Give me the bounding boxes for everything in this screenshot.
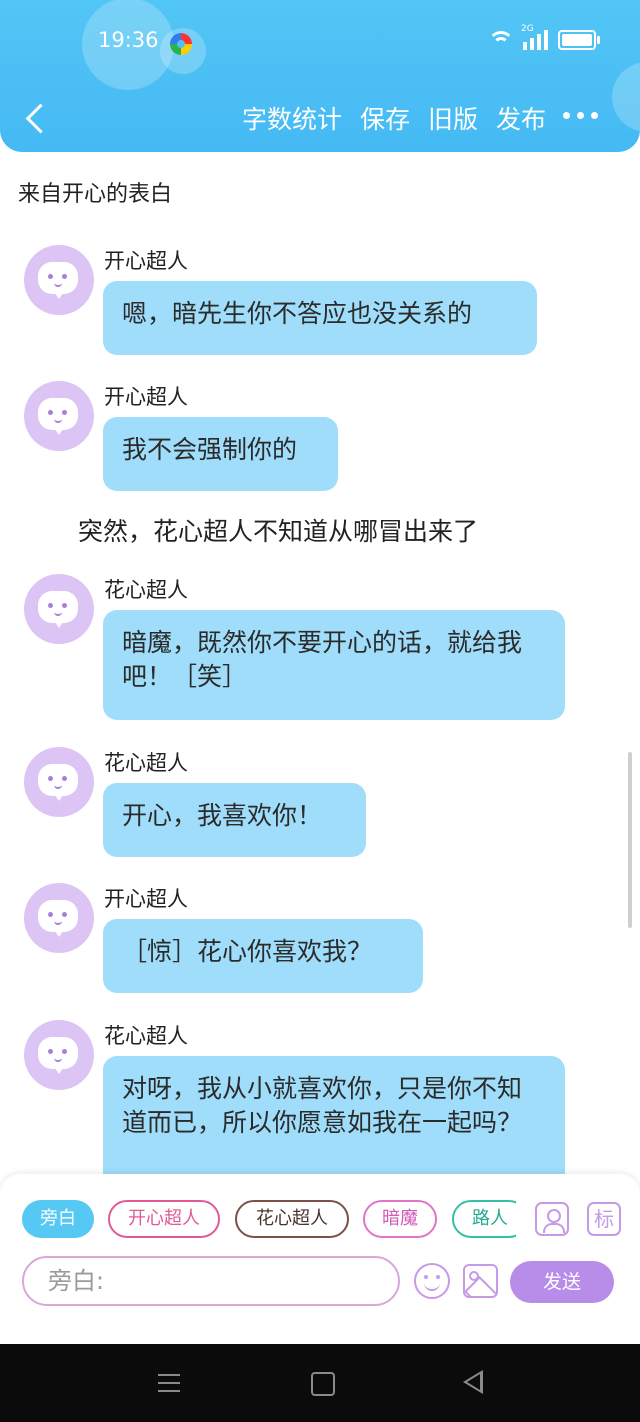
home-icon[interactable] <box>311 1372 335 1396</box>
wifi-icon <box>488 31 514 49</box>
old-version-button[interactable]: 旧版 <box>428 100 478 136</box>
word-count-button[interactable]: 字数统计 <box>242 100 342 136</box>
role-chip-narrator[interactable]: 旁白 <box>22 1200 94 1238</box>
role-selector: 旁白 开心超人 花心超人 暗魔 路人 <box>22 1200 516 1242</box>
battery-icon <box>558 30 600 50</box>
system-nav-bar <box>0 1344 640 1422</box>
avatar[interactable] <box>24 245 94 315</box>
emoji-icon[interactable] <box>414 1263 450 1299</box>
sender-name: 花心超人 <box>104 751 188 775</box>
sender-name: 开心超人 <box>104 887 188 911</box>
message-bubble[interactable]: ［惊］花心你喜欢我？ <box>103 919 423 993</box>
narration-text[interactable]: 突然，花心超人不知道从哪冒出来了 <box>78 512 478 548</box>
role-chip-passerby[interactable]: 路人 <box>452 1200 516 1238</box>
sender-name: 花心超人 <box>104 578 188 602</box>
send-button[interactable]: 发送 <box>510 1261 614 1303</box>
role-chip-kaixin[interactable]: 开心超人 <box>108 1200 220 1238</box>
browser-logo-icon <box>170 33 192 55</box>
back-triangle-icon[interactable] <box>463 1370 483 1394</box>
composer-panel: 旁白 开心超人 花心超人 暗魔 路人 标 旁白: 发送 <box>0 1174 640 1344</box>
publish-button[interactable]: 发布 <box>496 100 546 136</box>
save-button[interactable]: 保存 <box>360 100 410 136</box>
app-header: 19:36 2G 字数统计 保存 旧版 发布 <box>0 0 640 152</box>
status-icons: 2G <box>488 24 600 50</box>
header-decoration <box>612 62 640 132</box>
signal-icon: 2G <box>521 24 548 50</box>
network-label: 2G <box>521 24 534 34</box>
sender-name: 开心超人 <box>104 385 188 409</box>
menu-icon[interactable] <box>158 1374 180 1392</box>
message-bubble[interactable]: 暗魔，既然你不要开心的话，就给我吧！［笑］ <box>103 610 565 720</box>
message-bubble[interactable]: 我不会强制你的 <box>103 417 338 491</box>
status-time: 19:36 <box>98 28 159 52</box>
header-actions: 字数统计 保存 旧版 发布 <box>242 100 546 136</box>
scrollbar[interactable] <box>628 752 632 928</box>
tag-icon[interactable]: 标 <box>587 1202 621 1236</box>
sender-name: 开心超人 <box>104 249 188 273</box>
avatar[interactable] <box>24 747 94 817</box>
more-dots-icon[interactable] <box>563 112 598 119</box>
avatar[interactable] <box>24 1020 94 1090</box>
sender-name: 花心超人 <box>104 1024 188 1048</box>
role-chip-anmo[interactable]: 暗魔 <box>363 1200 437 1238</box>
image-icon[interactable] <box>463 1264 498 1298</box>
avatar[interactable] <box>24 574 94 644</box>
chevron-left-icon[interactable] <box>22 100 52 136</box>
add-role-icon[interactable] <box>535 1202 569 1236</box>
message-input[interactable]: 旁白: <box>22 1256 400 1306</box>
avatar[interactable] <box>24 883 94 953</box>
document-title: 来自开心的表白 <box>18 182 173 207</box>
role-chip-huaxin[interactable]: 花心超人 <box>235 1200 349 1238</box>
avatar[interactable] <box>24 381 94 451</box>
message-bubble[interactable]: 开心，我喜欢你！ <box>103 783 366 857</box>
message-bubble[interactable]: 嗯，暗先生你不答应也没关系的 <box>103 281 537 355</box>
